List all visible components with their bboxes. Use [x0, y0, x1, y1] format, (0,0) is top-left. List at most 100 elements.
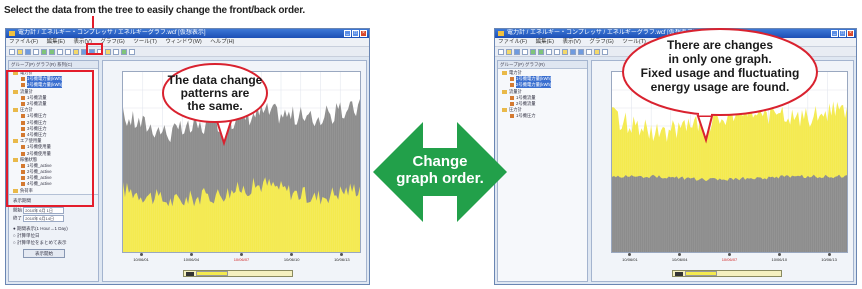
table-icon[interactable]	[602, 48, 608, 55]
tree-item-label: 1号機流量	[516, 94, 536, 100]
order-back-icon[interactable]	[49, 48, 55, 55]
close-button[interactable]: ×	[847, 30, 854, 37]
menu-tools[interactable]: ツール(T)	[133, 39, 157, 45]
menu-window[interactable]: ウィンドウ(W)	[165, 39, 201, 45]
legend-swatch-gray	[186, 271, 194, 276]
copy-icon[interactable]	[65, 48, 71, 55]
x-tick-text: 10/06/13	[334, 257, 350, 262]
left-area-chart	[122, 72, 360, 253]
menu-window[interactable]: ウィンドウ(W)	[654, 39, 690, 45]
menu-edit[interactable]: 編集(E)	[536, 39, 554, 45]
zoom-out-icon[interactable]	[578, 48, 584, 55]
data-series-icon	[510, 102, 514, 107]
tree-item-label: 電力計	[509, 70, 522, 76]
option-3[interactable]: ○ 計算単位をまとめて表示	[13, 240, 66, 246]
option-2[interactable]: ○ 計算単位日	[13, 233, 39, 239]
order-front-icon[interactable]	[41, 48, 47, 55]
right-title-bar: 電力計 / エネルギー・コンプレッサ / エネルギーグラフ.wcf [仮想表示]…	[495, 29, 856, 38]
zoom-in-icon[interactable]	[570, 48, 576, 55]
menu-help[interactable]: ヘルプ(H)	[699, 39, 723, 45]
option-2-label: 計算単位日	[16, 233, 40, 238]
chart-icon[interactable]	[594, 48, 600, 55]
start-date-field[interactable]: 2010年 6月 1日	[23, 207, 65, 214]
paste-icon[interactable]	[73, 48, 79, 55]
left-legend-bar	[183, 270, 293, 277]
paste-icon[interactable]	[562, 48, 568, 55]
x-tick-label: 10/06/10	[281, 253, 303, 262]
chart-icon[interactable]	[105, 48, 111, 55]
grid-icon[interactable]	[586, 48, 592, 55]
caption: Select the data from the tree to easily …	[4, 5, 305, 16]
tree-item-label: 流量計	[509, 88, 522, 94]
cut-icon[interactable]	[57, 48, 63, 55]
app-icon	[9, 31, 15, 36]
end-date-field[interactable]: 2010年 6月14日	[23, 215, 65, 222]
maximize-button[interactable]: □	[839, 30, 846, 37]
display-start-button[interactable]: 表示開始	[23, 249, 65, 258]
right-area-chart	[611, 72, 847, 252]
x-tick-text: 10/06/10	[283, 257, 300, 262]
new-icon[interactable]	[9, 48, 15, 55]
end-label: 終了	[13, 215, 22, 221]
double-arrow-icon	[373, 122, 507, 222]
maximize-button[interactable]: □	[352, 30, 359, 37]
x-tick-marker	[777, 253, 781, 256]
tree-item[interactable]: 1号機圧力	[500, 113, 585, 119]
left-chart-pane: 10/06/01 10/06/04 10/06/07 10/06/10 10/06/13	[102, 60, 367, 282]
menu-view[interactable]: 表示(V)	[562, 39, 580, 45]
menu-tools[interactable]: ツール(T)	[622, 39, 646, 45]
left-menu-bar: ファイル(F) 編集(E) 表示(V) グラフ(G) ツール(T) ウィンドウ(…	[6, 38, 369, 47]
menu-file[interactable]: ファイル(F)	[9, 39, 38, 45]
x-tick-text: 10/06/04	[671, 257, 688, 262]
right-app-window: 電力計 / エネルギー・コンプレッサ / エネルギーグラフ.wcf [仮想表示]…	[494, 28, 857, 285]
x-tick-marker	[240, 253, 243, 256]
x-tick-label: 10/06/07	[719, 253, 741, 262]
start-label: 開始	[13, 207, 22, 213]
order-front-icon[interactable]	[530, 48, 536, 55]
right-chart-pane: 10/06/01 10/06/04 10/06/07 10/06/10 10/06/13	[591, 60, 854, 282]
minimize-button[interactable]: _	[831, 30, 838, 37]
left-plot-area	[122, 71, 361, 253]
open-folder-icon[interactable]	[506, 48, 512, 55]
x-tick-label: 10/06/13	[818, 253, 840, 262]
folder-icon	[502, 71, 507, 76]
menu-graph[interactable]: グラフ(G)	[589, 39, 613, 45]
menu-edit[interactable]: 編集(E)	[47, 39, 65, 45]
sidebar-tabs[interactable]: グループ(P) グラフ(R) 系列(C)	[9, 61, 98, 69]
folder-icon	[502, 108, 507, 113]
refresh-icon[interactable]	[121, 48, 127, 55]
menu-file[interactable]: ファイル(F)	[498, 39, 527, 45]
menu-help[interactable]: ヘルプ(H)	[210, 39, 234, 45]
order-back-icon[interactable]	[538, 48, 544, 55]
print-icon[interactable]	[33, 48, 39, 55]
table-icon[interactable]	[113, 48, 119, 55]
legend-swatch-yellow	[685, 271, 717, 276]
x-tick-label: 10/06/13	[331, 253, 353, 262]
right-plot-area	[611, 71, 848, 253]
option-3-label: 計算単位をまとめて表示	[16, 240, 67, 245]
sidebar-tabs[interactable]: グループ(P) グラフ(R)	[498, 61, 587, 69]
left-x-axis: 10/06/01 10/06/04 10/06/07 10/06/10 10/06/13	[122, 253, 361, 265]
save-icon[interactable]	[514, 48, 520, 55]
settings-icon[interactable]	[129, 48, 135, 55]
new-icon[interactable]	[498, 48, 504, 55]
print-icon[interactable]	[522, 48, 528, 55]
app-icon	[498, 31, 504, 36]
copy-icon[interactable]	[554, 48, 560, 55]
open-folder-icon[interactable]	[17, 48, 23, 55]
x-tick-text: 10/06/04	[183, 257, 200, 262]
left-toolbar	[6, 47, 369, 57]
right-sidebar: グループ(P) グラフ(R) 電力計 1号機電力量(kWh) 2号機電力量(kWh)…	[497, 60, 588, 282]
tree-item-label: 2号機流量	[516, 101, 536, 107]
option-1[interactable]: ● 期間表示(1 Hour→1 Day)	[13, 226, 68, 232]
minimize-button[interactable]: _	[344, 30, 351, 37]
legend-swatch-gray	[675, 271, 683, 276]
x-tick-label: 10/06/07	[231, 253, 253, 262]
x-tick-text: 10/06/07	[721, 257, 738, 262]
menu-graph[interactable]: グラフ(G)	[100, 39, 124, 45]
x-tick-label: 10/06/04	[180, 253, 202, 262]
cut-icon[interactable]	[546, 48, 552, 55]
data-series-icon	[510, 77, 514, 82]
close-button[interactable]: ×	[360, 30, 367, 37]
save-icon[interactable]	[25, 48, 31, 55]
